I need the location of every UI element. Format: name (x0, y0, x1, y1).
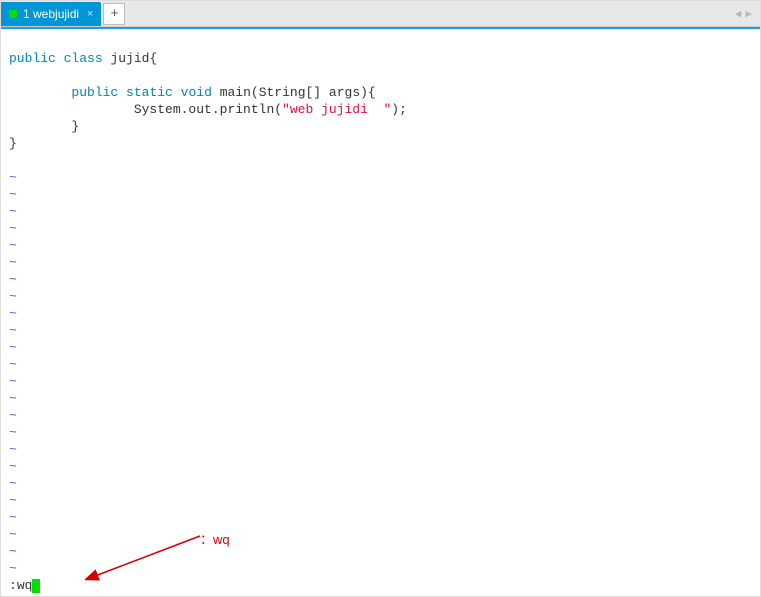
add-tab-button[interactable]: + (103, 3, 125, 25)
command-text: wq (17, 577, 33, 594)
tab-label: 1 webjujidi (23, 7, 79, 21)
cursor-block-icon (32, 579, 40, 593)
code-text: } (9, 136, 17, 151)
command-prefix: : (9, 577, 17, 594)
vim-command-line[interactable]: :wq (1, 577, 760, 596)
tab-scroll-left-icon[interactable]: ◀ (735, 7, 742, 21)
code-text: main(String[] args){ (212, 85, 376, 100)
tab-scroll-right-icon[interactable]: ▶ (745, 7, 752, 21)
code-text: System.out.println( (134, 102, 282, 117)
empty-line-tildes: ~ ~ ~ ~ ~ ~ ~ ~ ~ ~ ~ ~ ~ ~ ~ ~ ~ ~ ~ ~ … (9, 169, 752, 577)
code-text: } (71, 119, 79, 134)
code-text: ); (391, 102, 407, 117)
tab-bar: 1 webjujidi × + ◀ ▶ (1, 1, 760, 27)
close-icon[interactable]: × (85, 8, 95, 20)
modified-dot-icon (9, 10, 17, 18)
keyword: public (71, 85, 118, 100)
keyword: void (181, 85, 212, 100)
editor-area[interactable]: public class jujid{ public static void m… (1, 29, 760, 577)
keyword: class (64, 51, 103, 66)
keyword: static (126, 85, 173, 100)
tab-file[interactable]: 1 webjujidi × (1, 2, 101, 26)
keyword: public (9, 51, 56, 66)
string-literal: "web jujidi " (282, 102, 391, 117)
plus-icon: + (111, 6, 119, 21)
tab-scroll-arrows: ◀ ▶ (735, 7, 760, 21)
code-text: jujid{ (103, 51, 158, 66)
